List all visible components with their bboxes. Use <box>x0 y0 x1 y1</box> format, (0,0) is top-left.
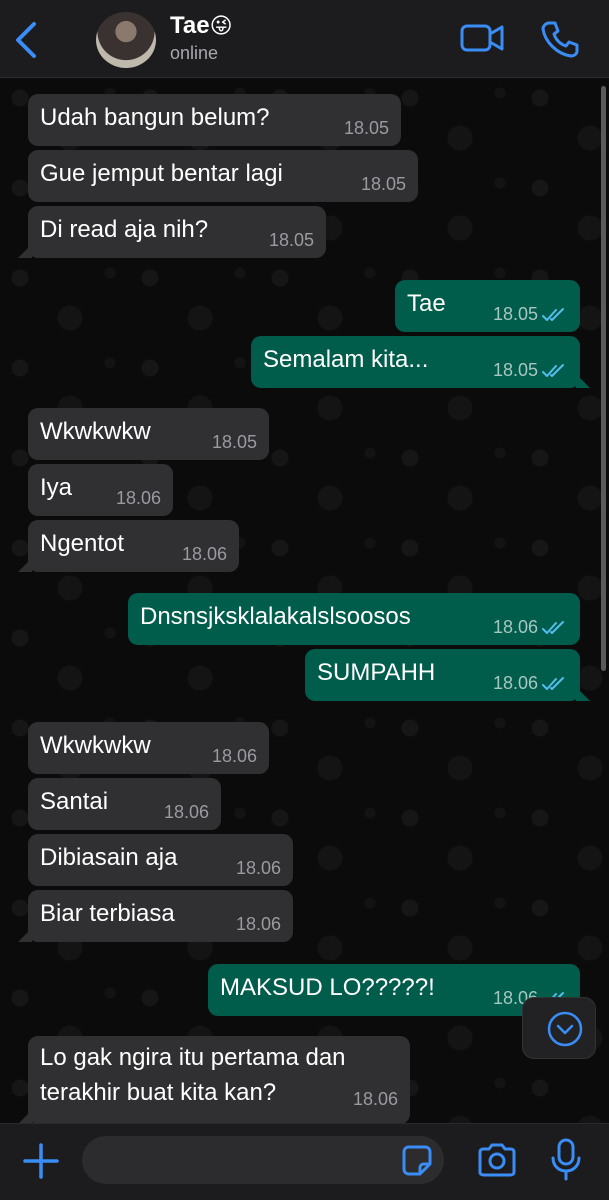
message-time: 18.05 <box>211 432 257 452</box>
message-bubble[interactable]: Dnsnsjksklalakalslsoosos 18.06 <box>128 593 580 645</box>
message-time: 18.06 <box>211 746 257 766</box>
message-text: Biar terbiasa <box>40 900 175 927</box>
phone-icon[interactable] <box>540 20 580 58</box>
message-bubble[interactable]: Santai 18.06 <box>28 778 221 830</box>
message-time: 18.06 <box>235 914 281 934</box>
message-bubble[interactable]: Wkwkwkw 18.05 <box>28 408 269 460</box>
message-time: 18.06 <box>115 488 161 508</box>
message-bubble[interactable]: SUMPAHH 18.06 <box>305 649 590 701</box>
message-meta: 18.05 <box>493 304 568 325</box>
message-time: 18.05 <box>360 174 406 194</box>
message-meta: 18.05 <box>493 360 568 381</box>
scroll-to-bottom-button[interactable] <box>522 997 596 1059</box>
message-bubble[interactable]: Dibiasain aja 18.06 <box>28 834 293 886</box>
message-time: 18.05 <box>492 360 538 380</box>
message-text: Semalam kita... <box>263 346 429 373</box>
read-ticks-icon <box>542 676 564 690</box>
message-text: Dnsnsjksklalakalslsoosos <box>140 603 411 630</box>
message-text: Di read aja nih? <box>40 216 209 243</box>
avatar[interactable] <box>96 12 156 68</box>
message-meta: 18.06 <box>493 617 568 638</box>
message-text: SUMPAHH <box>317 659 436 686</box>
message-bubble[interactable]: Ngentot 18.06 <box>18 520 239 572</box>
message-time: 18.05 <box>343 118 389 138</box>
message-time: 18.06 <box>163 802 209 822</box>
chat-header: Tae😜 online <box>0 0 609 78</box>
message-bubble[interactable]: Iya 18.06 <box>28 464 173 516</box>
read-ticks-icon <box>542 620 564 634</box>
message-bubble[interactable]: Gue jemput bentar lagi 18.05 <box>28 150 418 202</box>
contact-name-emoji: 😜 <box>209 13 233 38</box>
message-time: 18.06 <box>235 858 281 878</box>
message-bubble[interactable]: Di read aja nih? 18.05 <box>18 206 326 258</box>
contact-name[interactable]: Tae😜 <box>170 12 233 40</box>
message-time: 18.06 <box>181 544 227 564</box>
message-text: Wkwkwkw <box>40 418 151 445</box>
contact-name-text: Tae <box>170 12 210 39</box>
message-bubble[interactable]: Udah bangun belum? 18.05 <box>28 94 401 146</box>
read-ticks-icon <box>542 363 564 377</box>
composer-bar <box>0 1123 609 1200</box>
sticker-icon[interactable] <box>400 1144 434 1178</box>
message-text: Dibiasain aja <box>40 844 178 871</box>
video-call-icon[interactable] <box>460 22 504 54</box>
message-time: 18.06 <box>492 617 538 637</box>
message-bubble[interactable]: Biar terbiasa 18.06 <box>18 890 293 942</box>
message-meta: 18.06 <box>493 673 568 694</box>
message-text: Wkwkwkw <box>40 732 151 759</box>
message-text: Udah bangun belum? <box>40 104 270 131</box>
back-chevron-icon[interactable] <box>10 20 44 60</box>
message-text: Tae <box>407 290 446 317</box>
message-bubble[interactable]: Wkwkwkw 18.06 <box>28 722 269 774</box>
chat-area[interactable]: Udah bangun belum? 18.05 Gue jemput bent… <box>0 78 609 1123</box>
message-bubble[interactable]: Tae 18.05 <box>395 280 580 332</box>
message-text: Lo gak ngira itu pertama dan terakhir bu… <box>40 1044 346 1106</box>
message-text: Iya <box>40 474 73 501</box>
message-time: 18.06 <box>352 1089 398 1109</box>
chevron-down-icon <box>547 1011 583 1047</box>
microphone-icon[interactable] <box>550 1138 582 1182</box>
message-time: 18.05 <box>492 304 538 324</box>
message-text: Santai <box>40 788 109 815</box>
message-time: 18.05 <box>268 230 314 250</box>
plus-icon[interactable] <box>22 1142 60 1180</box>
message-text: Gue jemput bentar lagi <box>40 160 283 187</box>
message-input[interactable] <box>82 1136 444 1184</box>
message-bubble[interactable]: Semalam kita... 18.05 <box>251 336 590 388</box>
message-text: MAKSUD LO?????! <box>220 974 435 1001</box>
contact-status: online <box>170 43 219 63</box>
message-time: 18.06 <box>492 673 538 693</box>
message-text: Ngentot <box>40 530 125 557</box>
camera-icon[interactable] <box>477 1142 517 1178</box>
scroll-indicator[interactable] <box>601 86 606 671</box>
message-bubble[interactable]: Lo gak ngira itu pertama dan terakhir bu… <box>18 1036 410 1123</box>
read-ticks-icon <box>542 307 564 321</box>
